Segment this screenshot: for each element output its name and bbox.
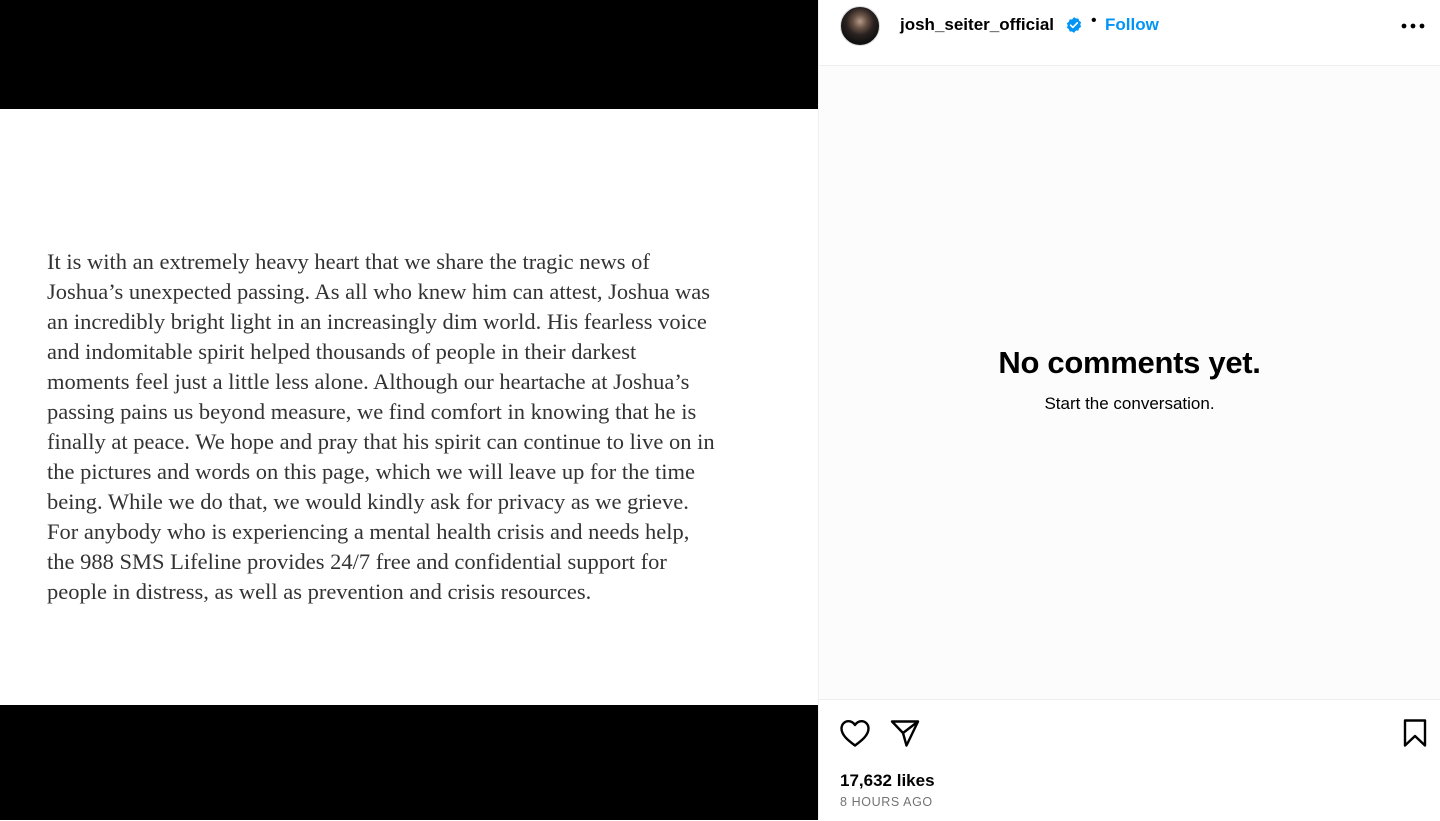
post-media[interactable]: It is with an extremely heavy heart that… bbox=[0, 0, 818, 820]
follow-button[interactable]: Follow bbox=[1105, 15, 1159, 35]
statement-image: It is with an extremely heavy heart that… bbox=[0, 109, 818, 705]
paper-plane-icon[interactable] bbox=[889, 718, 921, 748]
avatar[interactable] bbox=[840, 6, 880, 46]
username-link[interactable]: josh_seiter_official bbox=[900, 15, 1054, 35]
post-header: josh_seiter_official • Follow bbox=[819, 0, 1440, 66]
empty-comments-title: No comments yet. bbox=[998, 345, 1261, 380]
likes-count[interactable]: 17,632 likes bbox=[840, 771, 935, 791]
post-actions: 17,632 likes 8 HOURS AGO bbox=[819, 699, 1440, 821]
statement-text: It is with an extremely heavy heart that… bbox=[47, 249, 715, 604]
separator-dot: • bbox=[1091, 12, 1097, 29]
more-options-icon[interactable] bbox=[1399, 16, 1427, 36]
bookmark-icon[interactable] bbox=[1401, 718, 1429, 748]
heart-icon[interactable] bbox=[839, 718, 871, 748]
post-timestamp[interactable]: 8 HOURS AGO bbox=[840, 795, 933, 809]
empty-comments-subtitle: Start the conversation. bbox=[1044, 394, 1215, 413]
post-side-panel: josh_seiter_official • Follow No comment… bbox=[818, 0, 1440, 821]
comments-section: No comments yet. Start the conversation. bbox=[819, 66, 1440, 699]
verified-badge-icon bbox=[1066, 17, 1082, 33]
